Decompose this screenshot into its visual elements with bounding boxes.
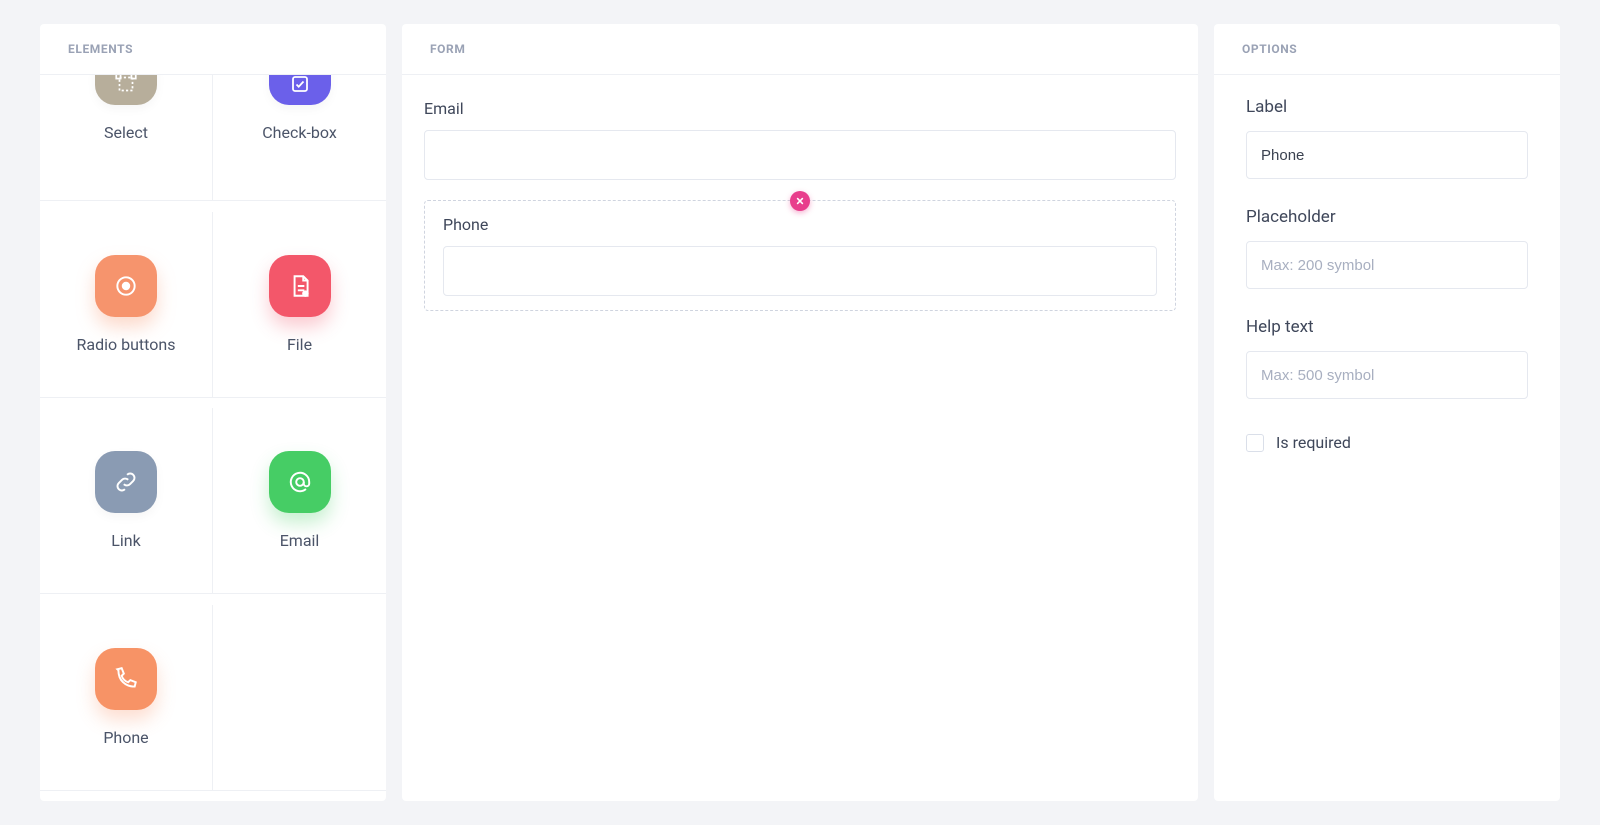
element-label: Email (280, 531, 320, 550)
options-header: OPTIONS (1214, 24, 1560, 75)
select-icon (95, 75, 157, 105)
element-label: Check-box (262, 123, 337, 142)
element-link[interactable]: Link (40, 408, 213, 594)
option-required-checkbox[interactable] (1246, 434, 1264, 452)
options-panel: OPTIONS Label Placeholder Help text Is r… (1214, 24, 1560, 801)
option-placeholder-group: Placeholder (1246, 207, 1528, 289)
element-label: Radio buttons (77, 335, 176, 354)
elements-grid: Select Check-box (40, 75, 386, 801)
element-empty (213, 605, 386, 791)
link-icon (95, 451, 157, 513)
form-field-email[interactable]: Email (424, 99, 1176, 194)
element-label: Phone (103, 728, 148, 747)
element-radio-buttons[interactable]: Radio buttons (40, 212, 213, 398)
element-phone[interactable]: Phone (40, 605, 213, 791)
element-label: File (287, 335, 312, 354)
element-email[interactable]: Email (213, 408, 386, 594)
phone-icon (95, 648, 157, 710)
element-checkbox[interactable]: Check-box (213, 75, 386, 201)
at-icon (269, 451, 331, 513)
radio-icon (95, 255, 157, 317)
option-placeholder-input[interactable] (1246, 241, 1528, 289)
file-icon (269, 255, 331, 317)
option-label-heading: Label (1246, 97, 1528, 117)
element-label: Select (104, 123, 148, 142)
phone-input[interactable] (443, 246, 1157, 296)
option-helptext-input[interactable] (1246, 351, 1528, 399)
form-body: Email Phone (402, 75, 1198, 335)
option-required-row[interactable]: Is required (1246, 433, 1528, 452)
form-panel: FORM Email Phone (402, 24, 1198, 801)
delete-field-button[interactable] (790, 191, 810, 211)
form-field-label: Email (424, 99, 1176, 118)
form-field-phone[interactable]: Phone (424, 200, 1176, 311)
app-layout: ELEMENTS Select (0, 0, 1600, 825)
option-helptext-group: Help text (1246, 317, 1528, 399)
form-field-label: Phone (443, 215, 1157, 234)
option-label-group: Label (1246, 97, 1528, 179)
elements-panel: ELEMENTS Select (40, 24, 386, 801)
form-header: FORM (402, 24, 1198, 75)
option-required-label: Is required (1276, 433, 1351, 452)
element-file[interactable]: File (213, 212, 386, 398)
element-label: Link (111, 531, 140, 550)
close-icon (796, 197, 804, 205)
email-input[interactable] (424, 130, 1176, 180)
checkbox-icon (269, 75, 331, 105)
element-select[interactable]: Select (40, 75, 213, 201)
option-helptext-heading: Help text (1246, 317, 1528, 337)
option-label-input[interactable] (1246, 131, 1528, 179)
option-placeholder-heading: Placeholder (1246, 207, 1528, 227)
options-body: Label Placeholder Help text Is required (1214, 75, 1560, 474)
elements-header: ELEMENTS (40, 24, 386, 75)
